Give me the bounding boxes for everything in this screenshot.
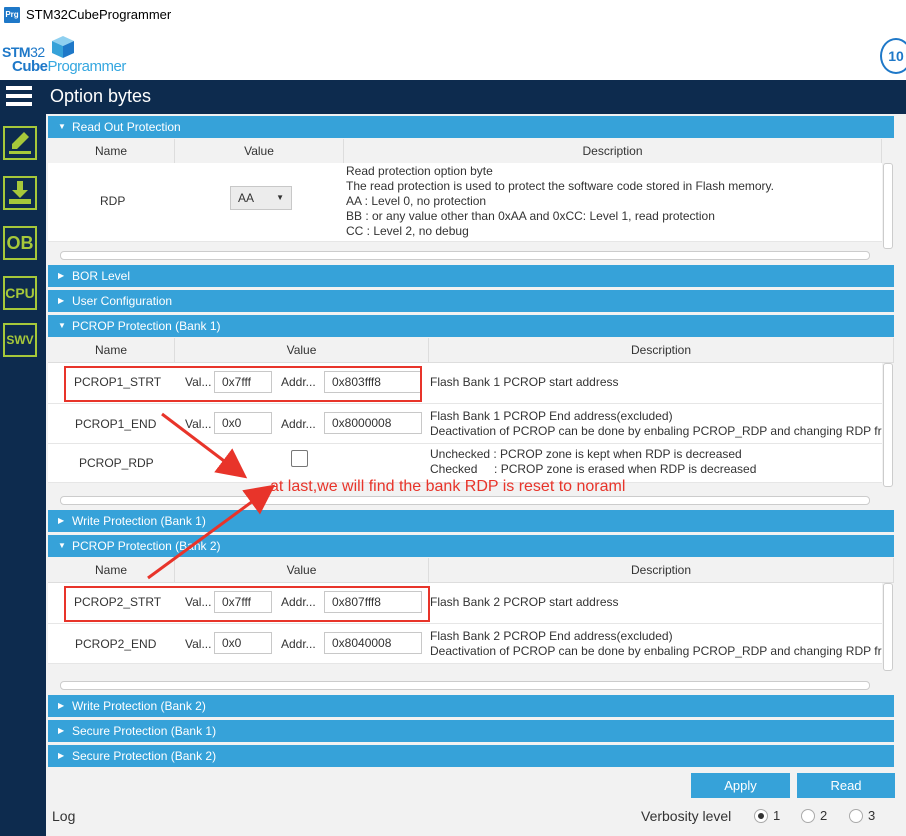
read-button[interactable]: Read — [797, 773, 895, 798]
verbosity-level-label: 1 — [773, 808, 781, 823]
verbosity-level-label: 3 — [868, 808, 876, 823]
verbosity-radio-2[interactable] — [801, 809, 815, 823]
verbosity-label: Verbosity level — [641, 808, 732, 824]
apply-button[interactable]: Apply — [691, 773, 790, 798]
verbosity-radio-3[interactable] — [849, 809, 863, 823]
annotation-arrows-icon — [147, 412, 276, 580]
annotation-text: at last,we will find the bank RDP is res… — [270, 478, 626, 495]
verbosity-level-label: 2 — [820, 808, 828, 823]
verbosity-radio-1[interactable] — [754, 809, 768, 823]
log-label: Log — [52, 808, 76, 824]
